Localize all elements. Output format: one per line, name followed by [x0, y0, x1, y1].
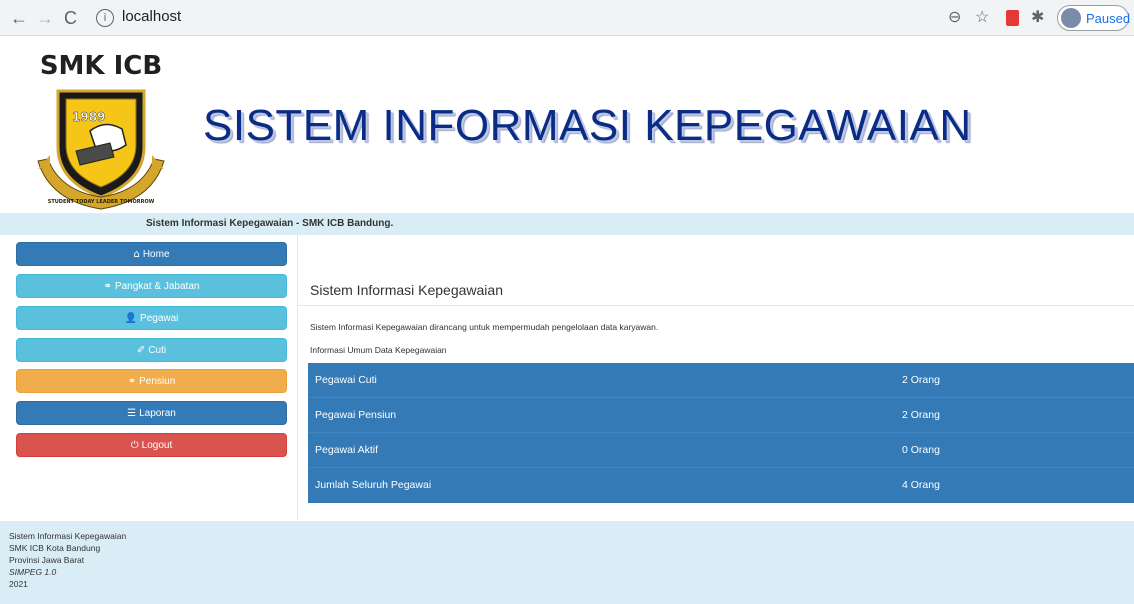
stat-label: Pegawai Aktif	[315, 444, 379, 456]
stat-label: Jumlah Seluruh Pegawai	[315, 479, 432, 491]
sidebar-item-pangkat-jabatan[interactable]: ⚭ Pangkat & Jabatan	[16, 274, 287, 298]
stat-value: 2 Orang	[902, 409, 940, 421]
address-bar[interactable]: i localhost	[96, 5, 996, 31]
footer-province: Provinsi Jawa Barat	[9, 555, 85, 565]
extension-icon[interactable]	[1006, 10, 1019, 26]
power-icon: ⏻	[130, 440, 139, 451]
sidebar-item-logout[interactable]: ⏻ Logout	[16, 433, 287, 457]
sidebar-item-laporan[interactable]: ☰ Laporan	[16, 401, 287, 425]
extensions-puzzle-icon[interactable]: ✱	[1031, 8, 1044, 28]
back-icon[interactable]: ←	[10, 8, 28, 28]
address-url[interactable]: localhost	[122, 8, 181, 25]
logo-shield-icon: 1989 STUDENT TODAY LEADER TOMORROW	[37, 89, 165, 210]
sidebar-item-pensiun[interactable]: ⚭ Pensiun	[16, 369, 287, 393]
user-icon: 👤	[124, 313, 138, 324]
stats-table: Pegawai Cuti 2 Orang Pegawai Pensiun 2 O…	[308, 363, 1134, 503]
sidebar-item-pegawai[interactable]: 👤 Pegawai	[16, 306, 287, 330]
subheader-text: Sistem Informasi Kepegawaian - SMK ICB B…	[146, 218, 394, 229]
section-heading: Informasi Umum Data Kepegawaian	[310, 345, 447, 355]
page-description: Sistem Informasi Kepegawaian dirancang u…	[310, 322, 659, 332]
logo-motto: STUDENT TODAY LEADER TOMORROW	[48, 199, 155, 205]
site-info-icon[interactable]: i	[96, 9, 114, 27]
table-row: Jumlah Seluruh Pegawai 4 Orang	[308, 468, 1134, 503]
main-content: Sistem Informasi Kepegawaian Sistem Info…	[298, 240, 1134, 520]
sidebar-item-label: Laporan	[139, 408, 176, 419]
zoom-icon[interactable]: ⊖	[948, 8, 961, 28]
table-row: Pegawai Aktif 0 Orang	[308, 433, 1134, 468]
sidebar-item-label: Home	[142, 249, 170, 260]
title-divider	[298, 305, 1134, 306]
sidebar-item-label: Pangkat & Jabatan	[114, 281, 200, 292]
table-row: Pegawai Pensiun 2 Orang	[308, 398, 1134, 433]
sidebar-item-label: Pegawai	[140, 313, 179, 324]
page-footer: Sistem Informasi Kepegawaian SMK ICB Kot…	[0, 521, 1134, 604]
sidebar-item-cuti[interactable]: ✐ Cuti	[16, 338, 287, 362]
stat-value: 2 Orang	[902, 374, 940, 386]
sidebar-item-label: Pensiun	[139, 376, 176, 387]
stat-value: 4 Orang	[902, 479, 940, 491]
link-icon: ⚭	[127, 376, 137, 387]
list-icon: ☰	[127, 408, 137, 419]
avatar	[1061, 8, 1081, 28]
footer-school: SMK ICB Kota Bandung	[9, 543, 101, 553]
page-title: Sistem Informasi Kepegawaian	[310, 282, 503, 298]
home-icon: ⌂	[133, 249, 140, 260]
stat-label: Pegawai Cuti	[315, 374, 377, 386]
footer-app-name: Sistem Informasi Kepegawaian	[9, 531, 127, 541]
table-row: Pegawai Cuti 2 Orang	[308, 363, 1134, 398]
header-banner: SMK ICB 1989 STUDENT TODAY LEADER TOMORR…	[0, 37, 1134, 213]
browser-toolbar: ← → C i localhost ⊖ ☆ ✱ Paused	[0, 0, 1134, 36]
pencil-icon: ✐	[136, 345, 146, 356]
logo-year: 1989	[72, 110, 105, 124]
sidebar-item-label: Cuti	[148, 345, 167, 356]
stat-value: 0 Orang	[902, 444, 940, 456]
link-icon: ⚭	[103, 281, 112, 292]
site-title: SISTEM INFORMASI KEPEGAWAIAN	[203, 101, 972, 150]
stat-label: Pegawai Pensiun	[315, 409, 397, 421]
profile-status-label: Paused	[1086, 11, 1131, 26]
footer-year: 2021	[9, 579, 28, 589]
footer-version: SIMPEG 1.0	[9, 567, 57, 577]
forward-icon[interactable]: →	[36, 8, 54, 28]
school-logo: SMK ICB 1989 STUDENT TODAY LEADER TOMORR…	[30, 51, 172, 211]
profile-button[interactable]: Paused	[1057, 5, 1131, 31]
subheader-strip: Sistem Informasi Kepegawaian - SMK ICB B…	[0, 213, 1134, 235]
sidebar-item-home[interactable]: ⌂ Home	[16, 242, 287, 266]
bookmark-star-icon[interactable]: ☆	[975, 8, 989, 28]
sidebar-item-label: Logout	[141, 440, 173, 451]
reload-icon[interactable]: C	[64, 8, 77, 28]
